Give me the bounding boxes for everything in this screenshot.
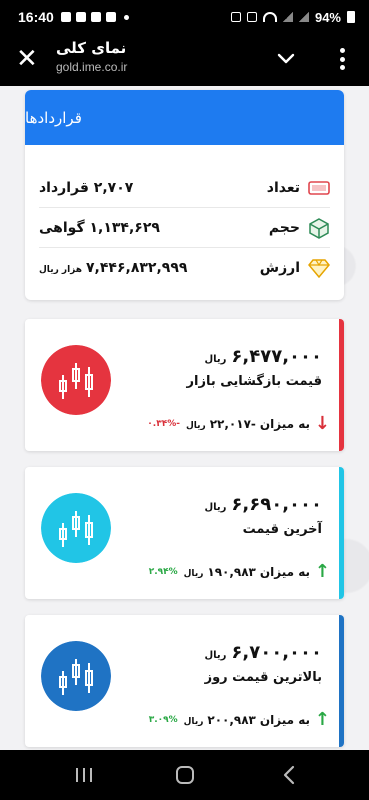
card-price: ۶,۴۷۷,۰۰۰ ریال (204, 346, 322, 367)
change-percent: ۲.۹۴% (148, 566, 178, 577)
page-url[interactable]: gold.ime.co.ir (56, 60, 127, 74)
change-percent: -۰.۳۴% (147, 418, 180, 429)
wifi-icon (262, 12, 277, 22)
recent-apps-icon[interactable] (72, 764, 96, 786)
card-title: بالاترین قیمت روز (204, 670, 322, 685)
candlestick-chart-icon (41, 641, 111, 711)
contracts-header: قراردادها (25, 90, 344, 145)
card-accent (339, 319, 344, 451)
price-card-highest[interactable]: ۶,۷۰۰,۰۰۰ ریال بالاترین قیمت روز ↑ به می… (25, 615, 344, 747)
candlestick-chart-icon (41, 493, 111, 563)
trophy-count-icon (308, 177, 330, 199)
card-price: ۶,۶۹۰,۰۰۰ ریال (204, 494, 322, 515)
system-nav-bar (0, 750, 369, 800)
home-icon[interactable] (173, 764, 197, 786)
image-notification-icon (75, 12, 86, 22)
mail-notification-icon (105, 12, 116, 22)
change-percent: ۳.۰۹% (148, 714, 178, 725)
arrow-up-icon: ↑ (314, 561, 330, 582)
more-options-icon[interactable] (336, 46, 348, 72)
card-change: ↑ به میزان ۲۰۰,۹۸۳ ریال ۳.۰۹% (149, 709, 330, 730)
arrow-up-icon: ↑ (314, 709, 330, 730)
gallery-notification-icon (60, 12, 71, 22)
volume-label: حجم (268, 219, 300, 236)
vibrate-icon (246, 12, 257, 22)
page-title: نمای کلی (56, 39, 127, 57)
page-content[interactable]: قراردادها تعداد ۲,۷۰۷ قرارداد حجم ۱,۱۳۴,… (0, 86, 369, 750)
alarm-icon (230, 12, 241, 22)
volume-value: ۱,۱۳۴,۶۲۹ گواهی (39, 219, 160, 236)
card-accent (339, 467, 344, 599)
price-card-opening[interactable]: ۶,۴۷۷,۰۰۰ ریال قیمت بازگشایی بازار ↓ به … (25, 319, 344, 451)
back-icon[interactable] (278, 764, 302, 786)
contracts-row-volume: حجم ۱,۱۳۴,۶۲۹ گواهی (39, 208, 330, 248)
value-amount: ۷,۴۴۶,۸۳۲,۹۹۹ هزار ریال (39, 260, 188, 276)
card-change: ↓ به میزان -۲۲,۰۱۷ ریال -۰.۳۴% (147, 413, 330, 434)
status-time: 16:40 (18, 9, 54, 25)
battery-icon (347, 11, 355, 23)
shield-notification-icon (90, 12, 101, 22)
close-icon[interactable]: ✕ (16, 46, 38, 72)
arrow-down-icon: ↓ (314, 413, 330, 434)
card-currency: ریال (204, 502, 227, 513)
contracts-label: تعداد (266, 179, 300, 196)
contracts-row-value: ارزش ۷,۴۴۶,۸۳۲,۹۹۹ هزار ریال (39, 248, 330, 288)
contracts-panel: قراردادها تعداد ۲,۷۰۷ قرارداد حجم ۱,۱۳۴,… (25, 90, 344, 300)
card-title: آخرین قیمت (242, 522, 322, 537)
more-notifications-dot-icon (123, 14, 129, 20)
cube-icon (308, 217, 330, 239)
value-label: ارزش (259, 260, 300, 276)
custom-tab-header: ✕ نمای کلی gold.ime.co.ir (0, 34, 369, 86)
card-price: ۶,۷۰۰,۰۰۰ ریال (204, 642, 322, 663)
value-unit: هزار ریال (39, 265, 82, 275)
status-bar: 16:40 94% (0, 0, 369, 34)
contracts-value: ۲,۷۰۷ قرارداد (39, 179, 134, 196)
change-amount: به میزان -۲۲,۰۱۷ ریال (185, 416, 310, 431)
battery-percent: 94% (314, 9, 341, 25)
change-amount: به میزان ۱۹۰,۹۸۳ ریال (183, 564, 310, 579)
chevron-down-icon[interactable] (276, 48, 296, 68)
signal-icon (282, 12, 293, 22)
price-card-last[interactable]: ۶,۶۹۰,۰۰۰ ریال آخرین قیمت ↑ به میزان ۱۹۰… (25, 467, 344, 599)
notification-icons (60, 12, 129, 22)
card-currency: ریال (204, 650, 227, 661)
contracts-row-count: تعداد ۲,۷۰۷ قرارداد (39, 168, 330, 208)
diamond-icon (308, 257, 330, 279)
candlestick-chart-icon (41, 345, 111, 415)
contracts-title: قراردادها (25, 108, 82, 127)
signal-2-icon (298, 12, 309, 22)
card-change: ↑ به میزان ۱۹۰,۹۸۳ ریال ۲.۹۴% (149, 561, 330, 582)
card-accent (339, 615, 344, 747)
card-currency: ریال (204, 354, 227, 365)
card-title: قیمت بازگشایی بازار (186, 374, 322, 389)
change-amount: به میزان ۲۰۰,۹۸۳ ریال (183, 712, 310, 727)
